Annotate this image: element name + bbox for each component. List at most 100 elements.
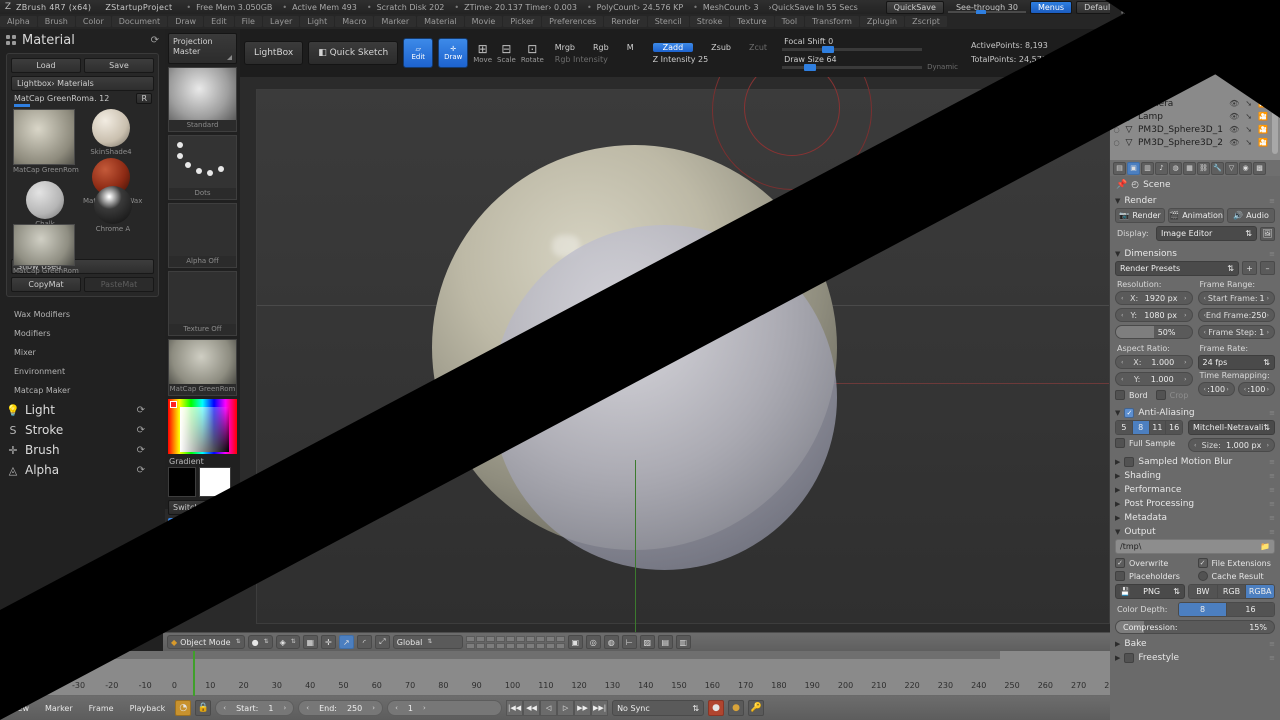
menu-item-marker[interactable]: Marker — [374, 16, 417, 27]
file-format-dropdown[interactable]: 💾 PNG ⇅ — [1115, 584, 1185, 599]
freestyle-checkbox[interactable] — [1124, 653, 1135, 663]
menu-item-stencil[interactable]: Stencil — [647, 16, 689, 27]
refresh-icon[interactable]: ⟳ — [137, 465, 145, 476]
outliner-row[interactable]: 🌐 World — [1113, 84, 1280, 97]
time-remap-new-field[interactable]: ‹:100 › — [1237, 382, 1275, 396]
play-icon[interactable]: ▷ — [557, 700, 575, 716]
chevron-right-icon[interactable]: › — [283, 704, 286, 712]
expand-toggle-icon[interactable]: ○ — [1113, 113, 1120, 121]
secondary-color-swatch[interactable] — [199, 467, 231, 497]
snap-magnet-icon[interactable]: ◍ — [603, 635, 619, 649]
collapsed-section-performance[interactable]: ▶ Performance ≡ — [1110, 483, 1280, 497]
slider-knob[interactable] — [804, 64, 817, 71]
tab-modifiers[interactable]: 🔧 — [1211, 161, 1224, 175]
menu-item-zscript[interactable]: Zscript — [905, 16, 947, 27]
blender-outliner[interactable]: ▩ RenderLayers 🌐 World ○ 🎥 Camera 👁 ➘ 🎦 ○ 💡 Lamp 👁 ➘ 🎦 ○… — [1110, 68, 1280, 172]
z-intensity-slider[interactable]: Z Intensity 25 — [653, 55, 767, 64]
next-keyframe-icon[interactable]: ▶▶ — [574, 700, 592, 716]
outliner-vertical-scrollbar[interactable] — [1272, 84, 1278, 154]
brush-slot[interactable]: Standard — [168, 67, 237, 132]
end-frame-field[interactable]: ‹ End: 250 › — [298, 700, 384, 716]
output-path-field[interactable]: /tmp\ 📁 — [1115, 539, 1275, 554]
eye-icon[interactable]: 👁 — [1229, 125, 1239, 134]
material-subsection-wax-modifiers[interactable]: Wax Modifiers — [14, 305, 165, 324]
render-border-icon[interactable]: ▥ — [675, 635, 691, 649]
aa-samples-segmented[interactable]: 5 8 11 16 — [1115, 420, 1183, 435]
menu-item-macro[interactable]: Macro — [335, 16, 374, 27]
dimensions-section-header[interactable]: ▼ Dimensions ≡ — [1110, 247, 1280, 261]
menu-item-stroke[interactable]: Stroke — [689, 16, 730, 27]
camera-render-icon[interactable]: 🎦 — [1258, 112, 1268, 121]
menu-item-edit[interactable]: Edit — [204, 16, 234, 27]
manipulator-icon[interactable]: ✛ — [320, 635, 336, 649]
sync-mode-dropdown[interactable]: No Sync ⇅ — [612, 700, 705, 716]
menu-item-alpha[interactable]: Alpha — [0, 16, 37, 27]
object-mode-dropdown[interactable]: ◆ Object Mode ⇅ — [167, 635, 245, 649]
camera-render-icon[interactable]: 🎦 — [1258, 99, 1268, 108]
play-reverse-icon[interactable]: ◁ — [540, 700, 558, 716]
menu-item-picker[interactable]: Picker — [503, 16, 542, 27]
refresh-icon[interactable]: ⟳ — [137, 405, 145, 416]
menu-item-layer[interactable]: Layer — [262, 16, 300, 27]
outliner-row[interactable]: ○ 🎥 Camera 👁 ➘ 🎦 — [1113, 97, 1280, 110]
toggle-editmode-overlay-icon[interactable]: ▦ — [302, 635, 318, 649]
chevron-right-icon[interactable]: › — [1267, 329, 1269, 336]
collapsed-section-metadata[interactable]: ▶ Metadata ≡ — [1110, 511, 1280, 525]
collapsed-section-sampled-motion-blur[interactable]: ▶ Sampled Motion Blur ≡ — [1110, 455, 1280, 469]
layer-grid-top[interactable] — [465, 635, 515, 649]
overwrite-checkbox[interactable]: ✓ Overwrite — [1115, 558, 1193, 568]
properties-editor[interactable]: ▼ Render ≡ 📷 Render 🎬 Animation 🔊 Audio Dis… — [1110, 194, 1280, 696]
menu-item-draw[interactable]: Draw — [168, 16, 204, 27]
menu-item-texture[interactable]: Texture — [730, 16, 774, 27]
lightbox-materials-button[interactable]: Lightbox› Materials — [11, 76, 154, 91]
palette-row-alpha[interactable]: ◬ Alpha ⟳ — [6, 460, 165, 480]
dynamic-label[interactable]: Dynamic — [927, 63, 958, 71]
chevron-right-icon[interactable]: › — [372, 704, 375, 712]
chevron-right-icon[interactable]: › — [1226, 386, 1228, 393]
start-frame-prop-field[interactable]: ‹ Start Frame: 1 › — [1197, 291, 1275, 305]
tab-texture[interactable]: ▩ — [1253, 161, 1266, 175]
menu-item-brush[interactable]: Brush — [37, 16, 75, 27]
refresh-icon[interactable]: ⟳ — [137, 445, 145, 456]
output-section-header[interactable]: ▼ Output ≡ — [1110, 525, 1280, 539]
lock-frame-icon[interactable]: 🔒 — [195, 700, 212, 716]
scale-manipulator-icon[interactable]: ⤢ — [374, 635, 390, 649]
aa-sample-8[interactable]: 8 — [1132, 421, 1150, 434]
color-mode-RGB[interactable]: RGB — [1217, 585, 1247, 598]
menu-item-light[interactable]: Light — [300, 16, 335, 27]
camera-render-icon[interactable]: 🎦 — [1258, 138, 1268, 147]
draw-button[interactable]: ✛ Draw — [438, 38, 469, 68]
layer-grid-bottom[interactable] — [515, 635, 565, 649]
chevron-right-icon[interactable]: › — [1267, 386, 1269, 393]
copymat-button[interactable]: CopyMat — [11, 277, 81, 292]
aa-size-field[interactable]: ‹ Size: 1.000 px › — [1187, 438, 1275, 452]
rgb-button[interactable]: Rgb — [593, 43, 609, 52]
chevron-right-icon[interactable]: › — [1267, 295, 1269, 302]
antialiasing-checkbox[interactable]: ✓ — [1124, 408, 1135, 418]
object-display-dropdown[interactable]: ◈ ⇅ — [275, 635, 300, 649]
menu-item-document[interactable]: Document — [111, 16, 168, 27]
edit-button[interactable]: ▱ Edit — [403, 38, 434, 68]
transform-orientation-dropdown[interactable]: Global ⇅ — [392, 635, 463, 649]
chevron-right-icon[interactable]: › — [423, 704, 426, 712]
remove-preset-icon[interactable]: – — [1260, 261, 1275, 275]
record-icon[interactable]: ● — [708, 700, 725, 716]
current-frame-field[interactable]: ‹ 1 › — [387, 700, 503, 716]
outliner-row[interactable]: ○ ▽ PM3D_Sphere3D_2 👁 ➘ 🎦 — [1113, 136, 1280, 149]
chevron-left-icon[interactable]: ‹ — [223, 704, 226, 712]
chevron-right-icon[interactable]: › — [1184, 376, 1186, 383]
expand-toggle-icon[interactable]: ○ — [1113, 126, 1120, 134]
resolution-y-field[interactable]: ‹ Y: 1080 px › — [1115, 308, 1193, 322]
snap-target-icon[interactable]: ⊢ — [621, 635, 637, 649]
chevron-right-icon[interactable]: › — [1184, 359, 1186, 366]
file-extensions-checkbox[interactable]: ✓ File Extensions — [1197, 558, 1276, 568]
cursor-icon[interactable]: ➘ — [1245, 125, 1252, 134]
color-field[interactable] — [180, 407, 229, 452]
material-subsection-modifiers[interactable]: Modifiers — [14, 324, 165, 343]
projection-master-button[interactable]: Projection Master — [168, 33, 237, 64]
tab-object[interactable]: ▦ — [1183, 161, 1196, 175]
prev-keyframe-icon[interactable]: ◀◀ — [523, 700, 541, 716]
material-subsection-environment[interactable]: Environment — [14, 362, 165, 381]
eye-icon[interactable]: 👁 — [1229, 99, 1239, 108]
collapsed-section-shading[interactable]: ▶ Shading ≡ — [1110, 469, 1280, 483]
